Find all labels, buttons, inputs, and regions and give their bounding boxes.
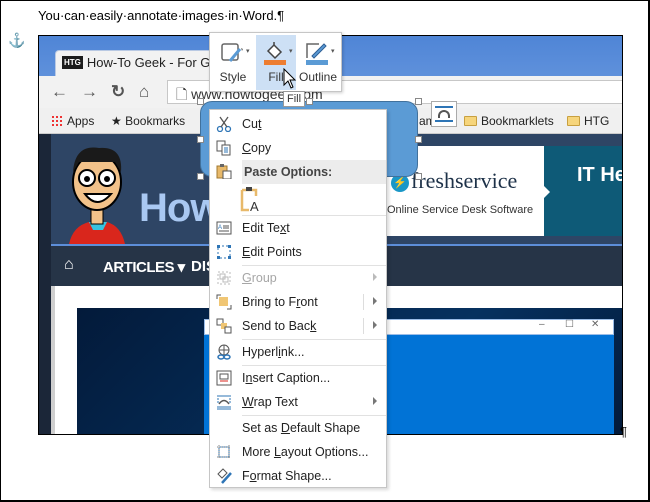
- maximize-icon: ☐: [565, 319, 574, 330]
- shape-style-icon: [221, 43, 243, 62]
- bookmark-htg: HTG: [567, 114, 609, 128]
- scroll-strip: [51, 286, 55, 434]
- scissors-icon: [216, 116, 232, 132]
- back-icon: ←: [51, 82, 68, 101]
- style-button[interactable]: ▾ Style: [213, 35, 253, 90]
- ad-arrow: [542, 184, 550, 200]
- menu-item-set-default-shape[interactable]: Set as Default Shape: [210, 416, 386, 440]
- star-icon: ★: [111, 114, 126, 128]
- home-icon: ⌂: [139, 82, 150, 101]
- anchor-icon[interactable]: ⚓: [8, 32, 25, 49]
- svg-text:A: A: [250, 199, 259, 212]
- bring-to-front-icon: [216, 294, 232, 310]
- menu-item-edit-text[interactable]: A Edit Text: [210, 216, 386, 240]
- copy-icon: [216, 140, 231, 156]
- htg-favicon: HTG: [62, 56, 83, 69]
- menu-item-group[interactable]: Group: [210, 266, 386, 290]
- resize-handle[interactable]: [415, 173, 422, 180]
- folder-icon: [464, 116, 477, 126]
- context-menu: Cut Copy Paste Options: A A Edit Text Ed…: [209, 109, 387, 488]
- menu-item-insert-caption[interactable]: Insert Caption...: [210, 366, 386, 390]
- menu-item-more-layout-options[interactable]: More Layout Options...: [210, 440, 386, 464]
- resize-handle[interactable]: [197, 173, 204, 180]
- site-home-icon: ⌂: [64, 256, 74, 273]
- menu-item-wrap-text[interactable]: Wrap Text: [210, 390, 386, 414]
- paste-keep-text-icon: A: [240, 187, 259, 214]
- document-text[interactable]: You·can·easily·annotate·images·in·Word.¶: [38, 8, 284, 23]
- pen-outline-icon: [306, 43, 328, 65]
- bookmark-bookmarklets: Bookmarklets: [464, 114, 554, 128]
- resize-handle[interactable]: [415, 136, 422, 143]
- menu-item-copy[interactable]: Copy: [210, 136, 386, 160]
- menu-item-cut[interactable]: Cut: [210, 112, 386, 136]
- bookmark-apps: Apps: [51, 114, 94, 128]
- page-edge: [39, 134, 51, 434]
- svg-text:A: A: [218, 225, 222, 231]
- paste-keep-text-button[interactable]: A: [240, 186, 262, 214]
- menu-item-bring-to-front[interactable]: Bring to Front: [210, 290, 386, 314]
- wrap-text-icon: [438, 110, 450, 118]
- layout-options-button[interactable]: [431, 101, 457, 127]
- apps-grid-icon: [51, 115, 63, 127]
- menu-item-send-to-back[interactable]: Send to Back: [210, 314, 386, 338]
- menu-item-hyperlink[interactable]: Hyperlink...: [210, 340, 386, 364]
- edit-points-icon: [217, 245, 231, 259]
- bookmark-bookmarks: ★ Bookmarks: [111, 114, 186, 128]
- mini-toolbar: ▾ Style ▾ Fill ▾ Outline: [209, 32, 342, 92]
- close-icon: ✕: [591, 319, 600, 330]
- menu-item-format-shape[interactable]: Format Shape...: [210, 464, 386, 488]
- resize-handle[interactable]: [197, 98, 204, 105]
- folder-icon: [567, 116, 580, 126]
- resize-handle[interactable]: [197, 136, 204, 143]
- fill-tooltip: Fill: [283, 91, 306, 107]
- nav-articles: ARTICLES ▾: [103, 259, 185, 276]
- resize-handle[interactable]: [306, 98, 313, 105]
- minimize-icon: –: [539, 319, 545, 330]
- geek-mascot-image: [69, 147, 125, 244]
- ad-teal-text: IT He: [577, 164, 623, 186]
- paragraph-mark: ¶: [620, 424, 627, 439]
- reload-icon: ↻: [111, 82, 126, 101]
- paint-bucket-icon: [264, 42, 286, 65]
- ad-teal-panel: [544, 146, 622, 236]
- hyperlink-icon: [217, 344, 231, 360]
- tab-title: How-To Geek - For Gee: [86, 55, 225, 70]
- wrap-text-icon: [217, 395, 231, 410]
- mouse-cursor-icon: [283, 68, 297, 89]
- ad-tagline: Online Service Desk Software: [387, 204, 534, 216]
- layout-options-icon: [217, 445, 231, 459]
- menu-item-edit-points[interactable]: Edit Points: [210, 240, 386, 264]
- outline-button[interactable]: ▾ Outline: [298, 35, 338, 90]
- group-icon: [217, 271, 231, 285]
- forward-icon: →: [81, 82, 98, 101]
- paste-options-header: Paste Options:: [242, 160, 386, 184]
- ad-brand: freshservice: [411, 168, 518, 193]
- edit-text-icon: A: [216, 221, 232, 235]
- send-to-back-icon: [216, 318, 232, 334]
- insert-caption-icon: [216, 370, 232, 386]
- format-shape-icon: [217, 468, 232, 484]
- paste-icon: [216, 164, 232, 179]
- resize-handle[interactable]: [415, 98, 422, 105]
